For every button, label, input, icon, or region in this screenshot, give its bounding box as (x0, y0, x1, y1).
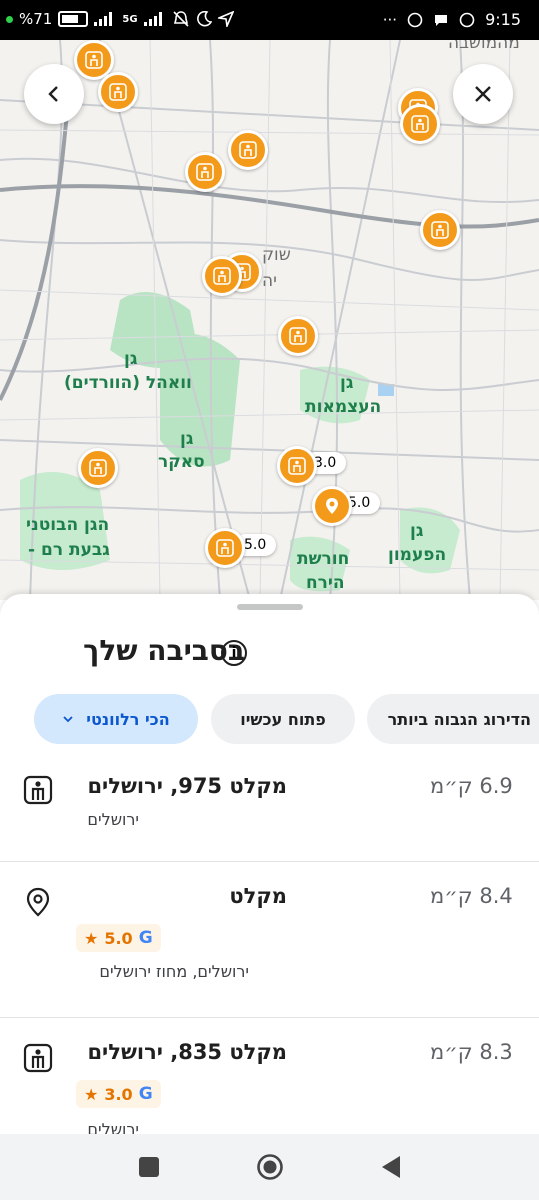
map-label-moon-grove-2: הירח (306, 573, 345, 593)
shelter-icon (288, 457, 306, 475)
map-label-botanic-1: הגן הבוטני (26, 515, 110, 535)
back-triangle-icon[interactable] (380, 1155, 402, 1179)
location-pin[interactable] (312, 486, 352, 526)
map-label-market-1: שוק (262, 245, 291, 265)
mute-icon (172, 11, 189, 27)
rating-badge: ★ 5.0 G (76, 924, 161, 952)
map-label-park-sacher-1: גן (180, 429, 194, 449)
map-label-market-2: יה (262, 271, 277, 291)
signal-icon-2 (143, 12, 162, 26)
location-pin-icon (26, 887, 50, 917)
home-circle-icon[interactable] (256, 1153, 284, 1181)
rating-value: 3.0 (104, 1084, 133, 1104)
shelter-icon (23, 1043, 53, 1073)
moon-icon (196, 11, 212, 27)
shelter-icon (196, 163, 214, 181)
map-view[interactable]: גן וואהל (הוורדים) גן סאקר הגן הבוטני - … (0, 40, 539, 600)
chip-open-now[interactable]: פתוח עכשיו (211, 694, 355, 744)
sheet-drag-handle[interactable] (237, 604, 303, 610)
back-button[interactable] (24, 64, 84, 124)
filter-chips: הכי רלוונטי פתוח עכשיו הדירוג הגבוה ביות… (0, 694, 539, 746)
shelter-icon (23, 775, 53, 805)
more-icon: ··· (382, 10, 398, 29)
star-icon: ★ (84, 1084, 99, 1104)
shelter-pin[interactable] (185, 152, 225, 192)
star-icon: ★ (84, 928, 99, 948)
notification-dot (6, 15, 13, 23)
clock: 9:15 (485, 10, 521, 29)
shelter-pin[interactable] (202, 256, 242, 296)
shelter-icon (239, 141, 257, 159)
shelter-icon (289, 327, 307, 345)
shelter-pin[interactable] (420, 210, 460, 250)
result-item[interactable]: מקלט 8.4 ק״מ ★ 5.0 G ירושלים, מחוז ירושל… (0, 862, 539, 1018)
map-label-bell-park-2: הפעמון (388, 545, 447, 565)
shelter-icon (109, 83, 127, 101)
chip-label: הדירוג הגבוה ביותר (387, 709, 531, 729)
battery-icon (58, 11, 89, 27)
shelter-pin-rated[interactable] (205, 528, 245, 568)
battery-percent: %71 (19, 10, 53, 28)
results-sheet: בסביבה שלך i הכי רלוונטי פתוח עכשיו הדיר… (0, 594, 539, 1134)
result-name: מקלט 835, ירושלים (87, 1040, 287, 1064)
result-address: ירושלים, מחוז ירושלים (99, 962, 249, 981)
map-label-independence-2: העצמאות (305, 397, 382, 417)
map-label-park-wohl-2: וואהל (הוורדים) (64, 373, 192, 393)
shelter-icon (85, 51, 103, 69)
result-name: מקלט 975, ירושלים (87, 774, 287, 798)
rating-badge: ★ 3.0 G (76, 1080, 161, 1108)
map-label-bell-park-1: גן (410, 521, 424, 541)
location-arrow-icon (217, 11, 234, 27)
shelter-pin-rated[interactable] (277, 446, 317, 486)
whatsapp-icon (407, 12, 423, 27)
shelter-icon (213, 267, 231, 285)
shelter-pin[interactable] (278, 316, 318, 356)
chip-most-relevant[interactable]: הכי רלוונטי (34, 694, 198, 744)
result-address: ירושלים (87, 810, 139, 829)
location-pin-icon (326, 498, 338, 514)
chip-top-rated[interactable]: הדירוג הגבוה ביותר (367, 694, 539, 744)
chevron-left-icon (48, 86, 58, 102)
map-label-park-sacher-2: סאקר (158, 452, 205, 472)
recents-square-icon[interactable] (138, 1156, 160, 1178)
status-bar: %71 5G ··· 9:15 (0, 0, 539, 40)
result-item[interactable]: מקלט 975, ירושלים 6.9 ק״מ ירושלים (0, 764, 539, 862)
network-5g-icon: 5G (122, 13, 138, 25)
shelter-icon (216, 539, 234, 557)
map-label-park-wohl-1: גן (124, 349, 138, 369)
navigation-bar (0, 1134, 539, 1200)
whatsapp-icon-2 (459, 12, 475, 27)
shelter-pin[interactable] (78, 448, 118, 488)
result-address: ירושלים (87, 1120, 139, 1134)
google-icon: G (138, 928, 153, 948)
chat-icon (435, 14, 448, 26)
chip-label: פתוח עכשיו (240, 709, 326, 729)
map-label-moshava: מהמושבה (448, 40, 520, 53)
result-name: מקלט (229, 884, 287, 908)
shelter-icon (89, 459, 107, 477)
map-label-independence-1: גן (340, 373, 354, 393)
shelter-pin[interactable] (98, 72, 138, 112)
result-distance: 8.3 ק״מ (430, 1040, 513, 1064)
result-item[interactable]: מקלט 835, ירושלים 8.3 ק״מ ★ 3.0 G ירושלי… (0, 1018, 539, 1134)
signal-icon (94, 12, 113, 26)
shelter-icon (431, 221, 449, 239)
shelter-pin[interactable] (228, 130, 268, 170)
chip-label: הכי רלוונטי (86, 709, 170, 729)
rating-value: 5.0 (104, 928, 133, 948)
info-icon[interactable]: i (221, 640, 247, 666)
google-icon: G (138, 1084, 153, 1104)
result-distance: 6.9 ק״מ (430, 774, 513, 798)
chevron-down-icon (63, 716, 73, 723)
result-distance: 8.4 ק״מ (430, 884, 513, 908)
shelter-icon (411, 115, 429, 133)
map-label-botanic-2: - גבעת רם (28, 540, 110, 560)
close-button[interactable] (453, 64, 513, 124)
map-label-moon-grove-1: חורשת (297, 549, 350, 569)
shelter-pin[interactable] (400, 104, 440, 144)
close-icon (475, 86, 491, 102)
